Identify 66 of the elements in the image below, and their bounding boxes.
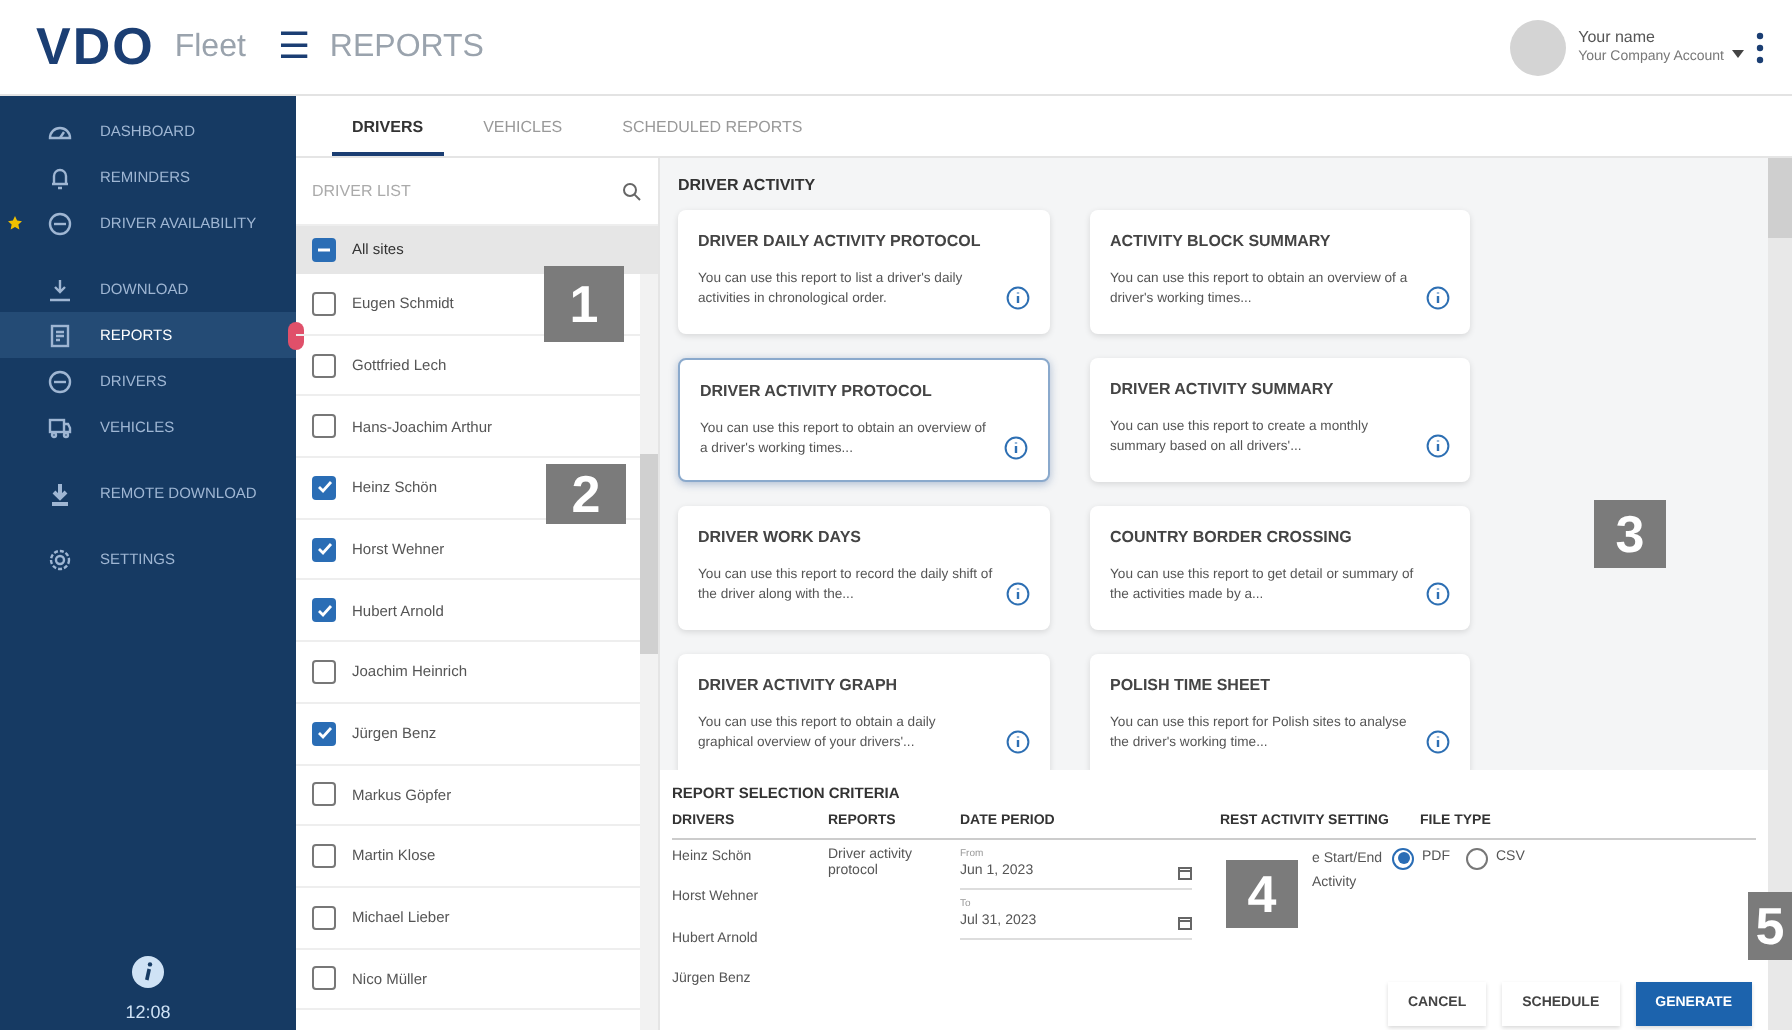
user-name: Your name [1578, 27, 1657, 47]
report-title: DRIVER DAILY ACTIVITY PROTOCOL [698, 230, 983, 254]
calendar-icon[interactable] [1178, 916, 1192, 930]
circle-icon [48, 211, 72, 235]
info-icon[interactable] [1006, 730, 1030, 754]
report-title: DRIVER ACTIVITY PROTOCOL [700, 380, 934, 404]
number-callout: 1 [544, 266, 624, 342]
selection-marker [288, 321, 304, 349]
star-icon [8, 216, 22, 230]
checkbox[interactable] [312, 475, 336, 500]
page-title: REPORTS [329, 27, 484, 67]
bell-icon [48, 165, 72, 189]
report-title: DRIVER ACTIVITY SUMMARY [1110, 378, 1336, 402]
checkbox[interactable] [312, 782, 336, 807]
circle-icon [48, 369, 72, 393]
number-callout: 3 [1594, 500, 1666, 568]
truck-icon [48, 415, 72, 439]
product-name: Fleet [174, 27, 246, 67]
report-title: DRIVER ACTIVITY GRAPH [698, 674, 900, 698]
report-title: ACTIVITY BLOCK SUMMARY [1110, 230, 1333, 254]
info-icon[interactable] [1426, 730, 1450, 754]
checkbox[interactable] [312, 966, 336, 991]
download-icon [48, 277, 72, 301]
number-callout: 5 [1748, 892, 1792, 960]
remote-icon [48, 481, 72, 505]
checkbox[interactable] [312, 353, 336, 378]
section-title: DRIVER ACTIVITY [678, 174, 818, 198]
checkbox[interactable] [312, 659, 336, 684]
report-icon [48, 323, 72, 347]
check-icon [315, 724, 333, 743]
tab[interactable]: DRIVERS [332, 116, 444, 156]
checkbox[interactable] [312, 291, 336, 316]
number-callout: 4 [1226, 860, 1298, 928]
checkbox[interactable] [312, 238, 336, 262]
clock-time: 12:08 [125, 999, 171, 1025]
scrollbar[interactable] [640, 274, 658, 1030]
caret-icon[interactable] [1732, 49, 1744, 57]
info-icon[interactable] [132, 955, 164, 987]
info-icon[interactable] [1426, 434, 1450, 458]
check-icon [315, 478, 333, 497]
calendar-icon[interactable] [1178, 866, 1192, 880]
gear-icon [48, 547, 72, 571]
menu-button[interactable]: ☰ [277, 20, 310, 74]
report-title: DRIVER WORK DAYS [698, 526, 863, 550]
info-icon[interactable] [1006, 286, 1030, 310]
number-callout: 2 [546, 464, 626, 524]
report-title: POLISH TIME SHEET [1110, 674, 1273, 698]
check-icon [315, 540, 333, 559]
radio-button[interactable] [1466, 847, 1488, 870]
checkbox[interactable] [312, 844, 336, 869]
checkbox[interactable] [312, 721, 336, 746]
info-icon[interactable] [1426, 582, 1450, 606]
checkbox[interactable] [312, 537, 336, 562]
checkbox[interactable] [312, 598, 336, 623]
logo: VDO [36, 14, 155, 80]
info-icon[interactable] [1006, 582, 1030, 606]
info-icon[interactable] [1426, 286, 1450, 310]
info-icon[interactable] [1004, 436, 1028, 460]
search-icon[interactable] [622, 181, 642, 201]
checkbox[interactable] [312, 905, 336, 930]
checkbox[interactable] [312, 414, 336, 439]
search-field[interactable]: DRIVER LIST [312, 179, 622, 203]
radio-button[interactable] [1392, 847, 1414, 870]
kebab-menu-icon[interactable] [1756, 31, 1764, 63]
report-title: COUNTRY BORDER CROSSING [1110, 526, 1354, 550]
check-icon [315, 601, 333, 620]
